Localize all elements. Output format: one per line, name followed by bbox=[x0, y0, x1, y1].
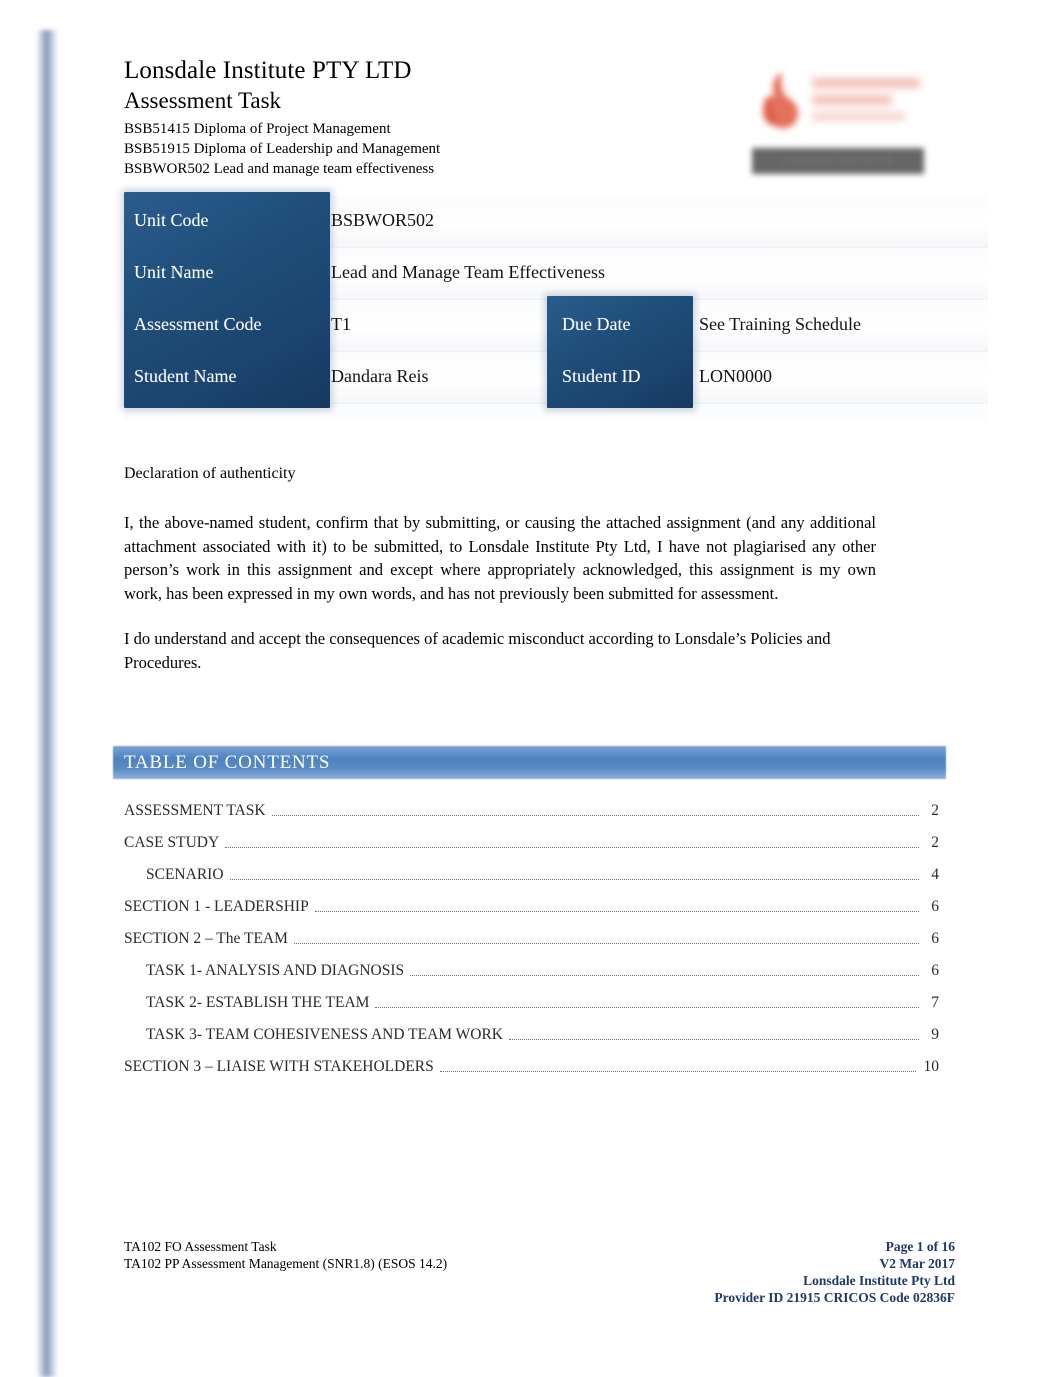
footer-left: TA102 FO Assessment Task TA102 PP Assess… bbox=[124, 1238, 447, 1272]
toc-entry-label: TASK 1- ANALYSIS AND DIAGNOSIS bbox=[146, 962, 405, 979]
label-student-name: Student Name bbox=[134, 366, 237, 386]
toc-dot-leader bbox=[314, 911, 919, 912]
footer-doc-code-2: TA102 PP Assessment Management (SNR1.8) … bbox=[124, 1256, 448, 1271]
toc-entry-task-2[interactable]: TASK 2- ESTABLISH THE TEAM 7 bbox=[124, 981, 939, 1013]
toc-entry-label: SCENARIO bbox=[146, 866, 224, 883]
toc-title: TABLE OF CONTENTS bbox=[124, 752, 331, 773]
toc-entry-page: 7 bbox=[931, 994, 939, 1011]
toc-entry-label: SECTION 3 – LIAISE WITH STAKEHOLDERS bbox=[124, 1058, 434, 1075]
declaration-paragraph-2: I do understand and accept the consequen… bbox=[124, 629, 831, 672]
toc-entry-case-study[interactable]: CASE STUDY 2 bbox=[124, 821, 939, 853]
toc-entry-section-1-leadership[interactable]: SECTION 1 - LEADERSHIP 6 bbox=[124, 885, 939, 917]
toc-dot-leader bbox=[225, 847, 919, 848]
toc-entry-section-2-the-team[interactable]: SECTION 2 – The TEAM 6 bbox=[124, 917, 939, 949]
label-unit-code: Unit Code bbox=[134, 210, 209, 230]
left-decorative-bar bbox=[36, 30, 58, 1377]
label-unit-name: Unit Name bbox=[134, 262, 214, 282]
toc-entry-label: TASK 3- TEAM COHESIVENESS AND TEAM WORK bbox=[146, 1026, 503, 1043]
declaration-paragraph-1: I, the above-named student, confirm that… bbox=[124, 513, 876, 603]
toc-entry-label: SECTION 1 - LEADERSHIP bbox=[124, 898, 309, 915]
label-assessment-code: Assessment Code bbox=[134, 314, 262, 334]
logo-tagline-text: LONSDALE INSTITUTE bbox=[781, 156, 895, 166]
logo-wordmark bbox=[812, 78, 920, 126]
value-assessment-code: T1 bbox=[331, 314, 351, 334]
footer-institute: Lonsdale Institute Pty Ltd bbox=[803, 1273, 955, 1288]
toc-entry-page: 6 bbox=[931, 898, 939, 915]
value-due-date: See Training Schedule bbox=[699, 314, 861, 334]
label-student-id: Student ID bbox=[562, 366, 641, 386]
footer-version: V2 Mar 2017 bbox=[879, 1256, 956, 1271]
footer-provider-id: Provider ID 21915 CRICOS Code 02836F bbox=[714, 1290, 955, 1305]
toc-dot-leader bbox=[509, 1039, 919, 1040]
toc-entry-page: 4 bbox=[931, 866, 939, 883]
toc-entry-page: 6 bbox=[931, 930, 939, 947]
footer-doc-code-1: TA102 FO Assessment Task bbox=[124, 1239, 277, 1254]
toc-dot-leader bbox=[375, 1007, 919, 1008]
assessment-details-table: Unit Code Unit Name Assessment Code Stud… bbox=[124, 192, 988, 420]
toc-entry-label: CASE STUDY bbox=[124, 834, 220, 851]
toc-entry-assessment-task[interactable]: ASSESSMENT TASK 2 bbox=[124, 789, 939, 821]
toc-entry-page: 2 bbox=[931, 802, 939, 819]
toc-dot-leader bbox=[271, 815, 919, 816]
toc-entry-label: SECTION 2 – The TEAM bbox=[124, 930, 288, 947]
value-student-name: Dandara Reis bbox=[331, 366, 429, 386]
toc-entry-page: 6 bbox=[931, 962, 939, 979]
label-due-date: Due Date bbox=[562, 314, 631, 334]
toc-entry-label: TASK 2- ESTABLISH THE TEAM bbox=[146, 994, 370, 1011]
toc-entry-label: ASSESSMENT TASK bbox=[124, 802, 266, 819]
declaration-section: Declaration of authenticity I, the above… bbox=[124, 463, 876, 696]
toc-dot-leader bbox=[410, 975, 919, 976]
footer-right: Page 1 of 16 V2 Mar 2017 Lonsdale Instit… bbox=[714, 1238, 955, 1306]
document-page: Lonsdale Institute PTY LTD Assessment Ta… bbox=[0, 0, 1062, 1377]
toc-entry-section-3-stakeholders[interactable]: SECTION 3 – LIAISE WITH STAKEHOLDERS 10 bbox=[124, 1045, 939, 1077]
toc-entry-page: 2 bbox=[931, 834, 939, 851]
logo-flame-icon bbox=[762, 72, 799, 129]
declaration-heading: Declaration of authenticity bbox=[124, 465, 296, 482]
toc-entry-scenario[interactable]: SCENARIO 4 bbox=[124, 853, 939, 885]
toc-list: ASSESSMENT TASK 2 CASE STUDY 2 SCENARIO … bbox=[124, 789, 939, 1077]
toc-dot-leader bbox=[439, 1071, 916, 1072]
toc-dot-leader bbox=[293, 943, 919, 944]
toc-entry-page: 9 bbox=[931, 1026, 939, 1043]
toc-entry-task-3[interactable]: TASK 3- TEAM COHESIVENESS AND TEAM WORK … bbox=[124, 1013, 939, 1045]
toc-entry-page: 10 bbox=[923, 1058, 940, 1075]
toc-entry-task-1[interactable]: TASK 1- ANALYSIS AND DIAGNOSIS 6 bbox=[124, 949, 939, 981]
lonsdale-logo: LONSDALE INSTITUTE bbox=[752, 62, 924, 180]
toc-dot-leader bbox=[229, 879, 919, 880]
logo-tagline-band: LONSDALE INSTITUTE bbox=[752, 148, 924, 174]
value-unit-code: BSBWOR502 bbox=[331, 210, 435, 230]
value-student-id: LON0000 bbox=[699, 366, 772, 386]
footer-page-number: Page 1 of 16 bbox=[885, 1239, 955, 1254]
value-unit-name: Lead and Manage Team Effectiveness bbox=[331, 262, 605, 282]
